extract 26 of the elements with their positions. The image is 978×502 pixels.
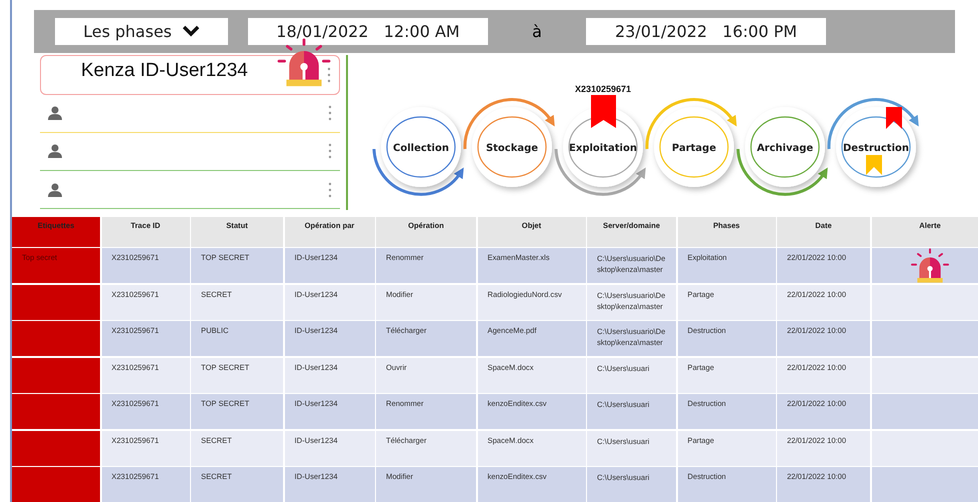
chevron-down-icon <box>182 25 200 38</box>
phase-dropdown[interactable]: Les phases <box>55 18 228 45</box>
end-date-field[interactable]: 23/01/2022 16:00 PM <box>586 18 826 45</box>
date-separator: à <box>531 22 543 41</box>
user-card[interactable]: Kenza ID-User1234 <box>40 54 340 94</box>
phase-label: Archivage <box>756 142 814 154</box>
more-icon[interactable] <box>328 143 332 160</box>
start-date-field[interactable]: 18/01/2022 12:00 AM <box>248 18 488 45</box>
more-icon[interactable] <box>327 66 331 82</box>
phase-node[interactable] <box>750 116 820 178</box>
phase-label: Exploitation <box>569 142 637 154</box>
phase-node[interactable] <box>386 116 456 178</box>
more-icon[interactable] <box>328 105 332 122</box>
bookmark-label: X2310259671 <box>574 84 632 94</box>
phase-label: Stockage <box>486 142 538 154</box>
phase-label: Destruction <box>843 142 909 154</box>
phase-label: Collection <box>393 142 449 154</box>
more-icon[interactable] <box>328 182 332 198</box>
phase-node[interactable] <box>659 116 729 178</box>
person-icon <box>48 182 62 197</box>
phase-label: Partage <box>672 142 716 154</box>
person-icon <box>48 144 62 158</box>
person-icon <box>48 106 62 120</box>
phase-node[interactable] <box>477 116 547 178</box>
phase-node[interactable] <box>568 116 638 178</box>
user-name: Kenza ID-User1234 <box>81 60 249 82</box>
